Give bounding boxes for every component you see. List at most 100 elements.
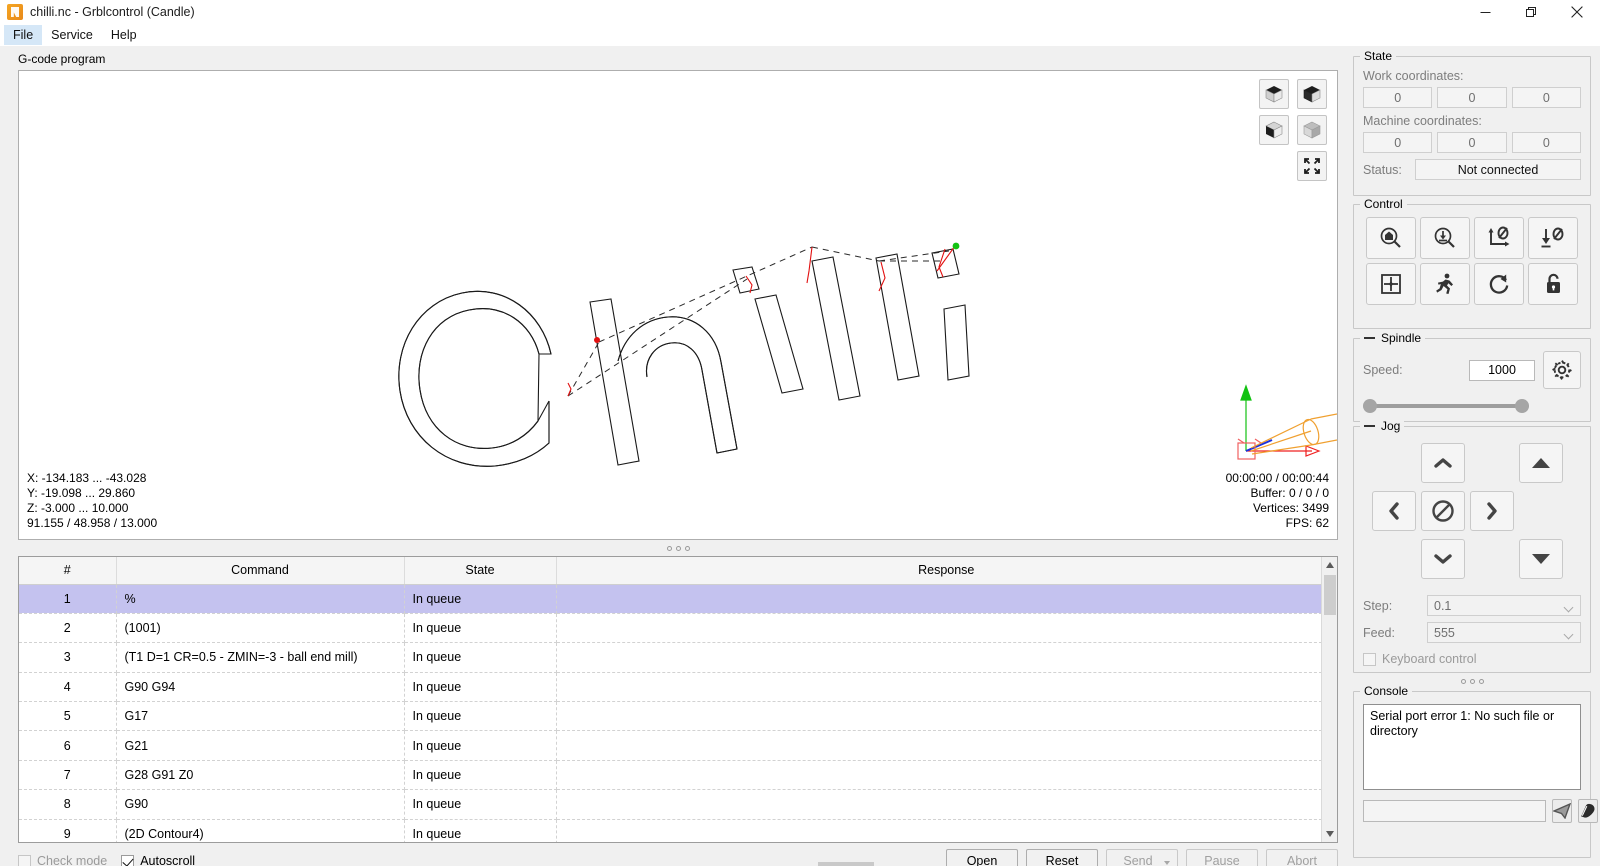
table-row[interactable]: 8 G90 In queue <box>19 789 1337 820</box>
spindle-group: Spindle Speed: 1000 <box>1353 331 1591 422</box>
maximize-icon[interactable] <box>1508 0 1554 24</box>
menu-item-service[interactable]: Service <box>42 25 102 45</box>
spindle-group-title-row[interactable]: Spindle <box>1360 331 1426 345</box>
cell-command: G21 <box>116 730 405 761</box>
jog-z-minus-button[interactable] <box>1519 539 1563 579</box>
cube-dark-icon[interactable] <box>1297 79 1327 109</box>
scroll-up-icon[interactable] <box>1322 557 1337 573</box>
scrollbar-thumb[interactable] <box>1324 575 1336 615</box>
splitter-dot <box>1460 678 1466 684</box>
cube-left-icon[interactable] <box>1259 115 1289 145</box>
eraser-icon[interactable] <box>1578 799 1598 823</box>
autoscroll-label: Autoscroll <box>140 854 196 866</box>
viewport-view-buttons <box>1257 79 1327 181</box>
table-row[interactable]: 6 G21 In queue <box>19 730 1337 761</box>
console-output[interactable]: Serial port error 1: No such file or dir… <box>1363 704 1581 790</box>
gcode-command-table[interactable]: # Command State Response 1 % In queue 2 <box>18 556 1338 843</box>
reset-circle-icon[interactable] <box>1474 263 1524 305</box>
cube-top-icon[interactable] <box>1259 79 1289 109</box>
spindle-speed-slider[interactable] <box>1363 398 1529 414</box>
work-z-field[interactable]: 0 <box>1511 87 1581 108</box>
check-mode-checkbox[interactable]: Check mode <box>18 854 107 866</box>
origin-target-icon[interactable] <box>1366 263 1416 305</box>
table-row[interactable]: 4 G90 G94 In queue <box>19 672 1337 703</box>
work-x-field[interactable]: 0 <box>1363 87 1433 108</box>
cell-number: 7 <box>19 760 117 791</box>
gear-icon[interactable] <box>1543 351 1581 389</box>
console-command-input[interactable] <box>1363 800 1546 822</box>
scroll-down-icon[interactable] <box>1322 826 1337 842</box>
collapse-minus-icon[interactable] <box>1364 337 1375 339</box>
keyboard-control-checkbox[interactable]: Keyboard control <box>1363 652 1581 666</box>
down-search-icon[interactable] <box>1420 217 1470 259</box>
cell-command: G90 G94 <box>116 672 405 703</box>
autoscroll-checkbox[interactable]: Autoscroll <box>121 854 195 866</box>
fit-screen-icon[interactable] <box>1297 151 1327 181</box>
pause-button[interactable]: Pause <box>1186 849 1258 866</box>
gcode-3d-viewport[interactable]: X: -134.183 ... -43.028 Y: -19.098 ... 2… <box>18 70 1338 540</box>
runner-icon[interactable] <box>1420 263 1470 305</box>
table-row[interactable]: 7 G28 G91 Z0 In queue <box>19 760 1337 791</box>
slider-knob-min[interactable] <box>1363 399 1377 413</box>
jog-stop-button[interactable] <box>1421 491 1465 531</box>
reset-button[interactable]: Reset <box>1026 849 1098 866</box>
menu-item-file[interactable]: File <box>4 25 43 45</box>
cell-response <box>556 613 1337 644</box>
cube-grey-icon[interactable] <box>1297 115 1327 145</box>
jog-x-plus-button[interactable] <box>1470 491 1514 531</box>
jog-step-select[interactable]: 0.1 <box>1427 595 1581 616</box>
table-row[interactable]: 5 G17 In queue <box>19 701 1337 732</box>
table-row[interactable]: 3 (T1 D=1 CR=0.5 - ZMIN=-3 - ball end mi… <box>19 642 1337 673</box>
z-zero-icon[interactable] <box>1528 217 1578 259</box>
spindle-slider-row <box>1363 398 1581 414</box>
jog-y-plus-button[interactable] <box>1421 443 1465 483</box>
jog-y-minus-button[interactable] <box>1421 539 1465 579</box>
table-row[interactable]: 1 % In queue <box>19 584 1337 614</box>
jog-group-title-row[interactable]: Jog <box>1360 419 1405 433</box>
jog-z-plus-button[interactable] <box>1519 443 1563 483</box>
spindle-speed-input[interactable]: 1000 <box>1469 359 1535 381</box>
jog-x-minus-button[interactable] <box>1372 491 1416 531</box>
column-header-command[interactable]: Command <box>116 557 405 585</box>
spindle-speed-label: Speed: <box>1363 363 1403 377</box>
control-group-title: Control <box>1360 197 1407 211</box>
menu-item-help[interactable]: Help <box>102 25 146 45</box>
cell-response <box>556 760 1337 791</box>
column-header-response[interactable]: Response <box>556 557 1337 585</box>
column-header-number[interactable]: # <box>19 557 117 585</box>
table-vertical-scrollbar[interactable] <box>1321 557 1337 842</box>
jog-pad <box>1363 439 1583 589</box>
machine-z-field[interactable]: 0 <box>1511 132 1581 153</box>
close-icon[interactable] <box>1554 0 1600 24</box>
open-button[interactable]: Open <box>946 849 1018 866</box>
splitter-dot <box>684 545 690 551</box>
paper-plane-icon[interactable] <box>1552 799 1572 823</box>
splitter-dot <box>1478 678 1484 684</box>
abort-button[interactable]: Abort <box>1266 849 1338 866</box>
cell-command: G17 <box>116 701 405 732</box>
slider-knob-value[interactable] <box>1515 399 1529 413</box>
cell-state: In queue <box>404 584 557 614</box>
table-row[interactable]: 2 (1001) In queue <box>19 613 1337 644</box>
keyboard-control-label: Keyboard control <box>1382 652 1477 666</box>
taskbar-indicator <box>818 862 874 866</box>
cell-response <box>556 819 1337 842</box>
minimize-icon[interactable] <box>1462 0 1508 24</box>
xy-zero-icon[interactable] <box>1474 217 1524 259</box>
cell-command: G28 G91 Z0 <box>116 760 405 791</box>
jog-feed-select[interactable]: 555 <box>1427 622 1581 643</box>
unlock-icon[interactable] <box>1528 263 1578 305</box>
column-header-state[interactable]: State <box>404 557 557 585</box>
home-search-icon[interactable] <box>1366 217 1416 259</box>
cell-state: In queue <box>404 789 557 820</box>
send-button[interactable]: Send <box>1106 849 1178 866</box>
cell-number: 2 <box>19 613 117 644</box>
work-coordinates-row: 0 0 0 <box>1363 87 1581 108</box>
command-table-body: 1 % In queue 2 (1001) In queue 3 (T1 D=1… <box>19 584 1337 842</box>
table-row[interactable]: 9 (2D Contour4) In queue <box>19 819 1337 842</box>
collapse-minus-icon[interactable] <box>1364 425 1375 427</box>
machine-x-field[interactable]: 0 <box>1363 132 1433 153</box>
viewport-table-splitter[interactable] <box>18 543 1338 553</box>
machine-y-field[interactable]: 0 <box>1437 132 1507 153</box>
work-y-field[interactable]: 0 <box>1437 87 1507 108</box>
